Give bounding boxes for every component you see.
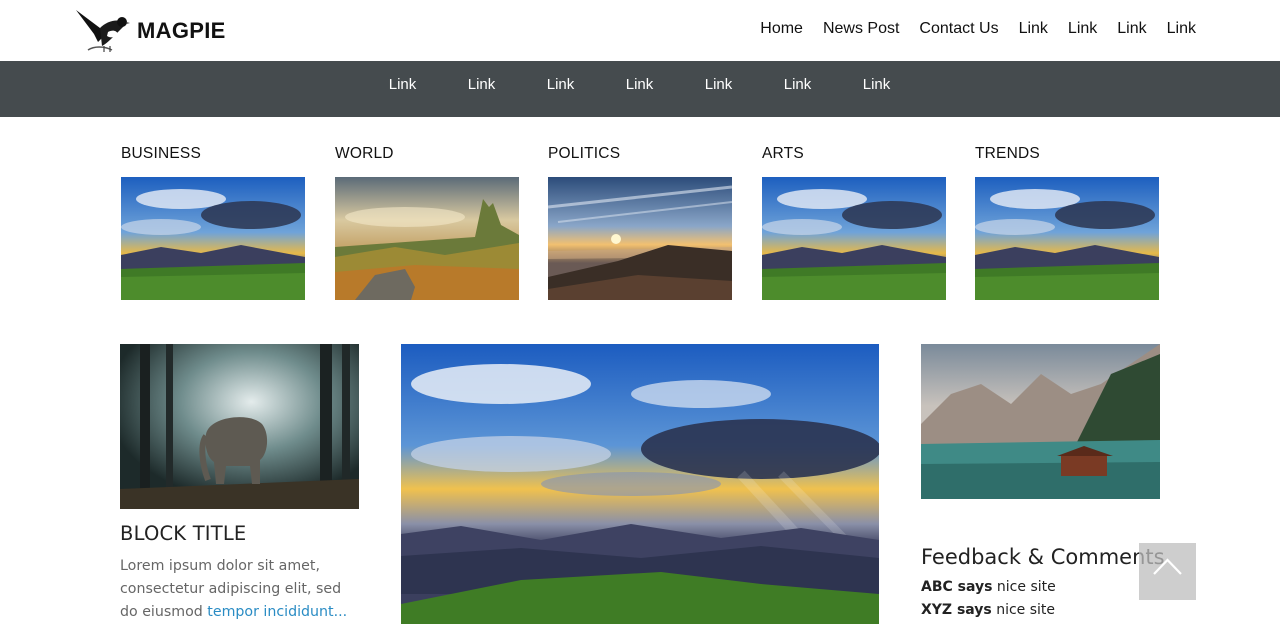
top-nav: Home News Post Contact Us Link Link Link…: [760, 20, 1196, 38]
block-card: BLOCK TITLE Lorem ipsum dolor sit amet, …: [120, 344, 360, 620]
nav-home[interactable]: Home: [760, 20, 803, 38]
subnav-link[interactable]: Link: [363, 76, 442, 93]
category-title[interactable]: WORLD: [335, 145, 519, 167]
comment-item: ABC says nice site: [921, 579, 1056, 595]
category-trends: TRENDS: [975, 145, 1159, 300]
category-image-sunrays[interactable]: [121, 177, 305, 300]
category-politics: POLITICS: [548, 145, 732, 300]
comment-author: XYZ says: [921, 602, 992, 618]
category-image-sunset[interactable]: [548, 177, 732, 300]
comment-author: ABC says: [921, 579, 993, 595]
subnav-link[interactable]: Link: [837, 76, 916, 93]
secondary-nav-bar: Link Link Link Link Link Link Link: [0, 61, 1280, 117]
brand-name[interactable]: MAGPIE: [137, 18, 226, 44]
elephant-forest-image[interactable]: [120, 344, 359, 509]
subnav-link[interactable]: Link: [758, 76, 837, 93]
nav-contact-us[interactable]: Contact Us: [919, 20, 998, 38]
hero-image[interactable]: [401, 344, 879, 624]
comment-item: XYZ says nice site: [921, 602, 1055, 618]
block-text: Lorem ipsum dolor sit amet, consectetur …: [120, 555, 360, 624]
category-business: BUSINESS: [121, 145, 305, 300]
lake-cabin-image[interactable]: [921, 344, 1160, 499]
chevron-up-icon: [1153, 558, 1182, 575]
nav-link[interactable]: Link: [1117, 20, 1146, 38]
scroll-to-top-button[interactable]: [1139, 543, 1196, 600]
magpie-logo-icon[interactable]: [74, 6, 130, 54]
subnav-link[interactable]: Link: [442, 76, 521, 93]
nav-news-post[interactable]: News Post: [823, 20, 899, 38]
category-arts: ARTS: [762, 145, 946, 300]
feedback-title: Feedback & Comments: [921, 545, 1165, 569]
nav-link[interactable]: Link: [1068, 20, 1097, 38]
read-more-link[interactable]: tempor incididunt...: [207, 604, 347, 620]
subnav-link[interactable]: Link: [679, 76, 758, 93]
category-title[interactable]: POLITICS: [548, 145, 732, 167]
comment-text: nice site: [996, 579, 1056, 595]
category-image-sunrays[interactable]: [975, 177, 1159, 300]
category-title[interactable]: TRENDS: [975, 145, 1159, 167]
subnav-link[interactable]: Link: [521, 76, 600, 93]
nav-link[interactable]: Link: [1019, 20, 1048, 38]
block-title: BLOCK TITLE: [120, 522, 247, 545]
site-header: MAGPIE Home News Post Contact Us Link Li…: [0, 0, 1280, 61]
subnav-link[interactable]: Link: [600, 76, 679, 93]
category-world: WORLD: [335, 145, 519, 300]
category-image-sunrays[interactable]: [762, 177, 946, 300]
category-title[interactable]: BUSINESS: [121, 145, 305, 167]
comment-text: nice site: [996, 602, 1056, 618]
category-title[interactable]: ARTS: [762, 145, 946, 167]
nav-link[interactable]: Link: [1167, 20, 1196, 38]
category-image-mountain[interactable]: [335, 177, 519, 300]
feedback-card: Feedback & Comments ABC says nice site X…: [921, 344, 1165, 618]
